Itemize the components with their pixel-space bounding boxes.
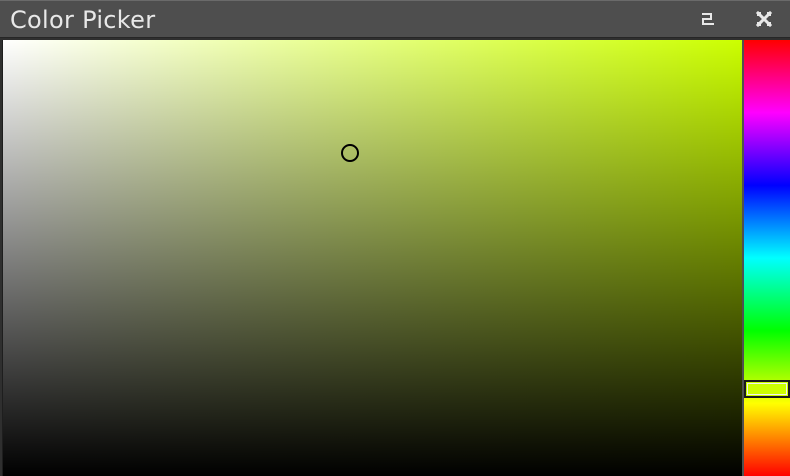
menu-button[interactable] bbox=[699, 10, 717, 28]
close-button[interactable] bbox=[755, 10, 773, 28]
close-icon bbox=[755, 10, 773, 28]
color-selection-cursor[interactable] bbox=[341, 144, 360, 163]
menu-icon bbox=[699, 10, 717, 28]
color-picker-window: Color Picker bbox=[0, 0, 790, 476]
hue-slider[interactable] bbox=[744, 40, 790, 476]
sv-black-gradient bbox=[3, 40, 742, 476]
window-title: Color Picker bbox=[10, 6, 156, 34]
hue-slider-handle[interactable] bbox=[744, 379, 790, 398]
title-bar[interactable]: Color Picker bbox=[0, 0, 790, 38]
saturation-value-field[interactable] bbox=[2, 40, 742, 476]
